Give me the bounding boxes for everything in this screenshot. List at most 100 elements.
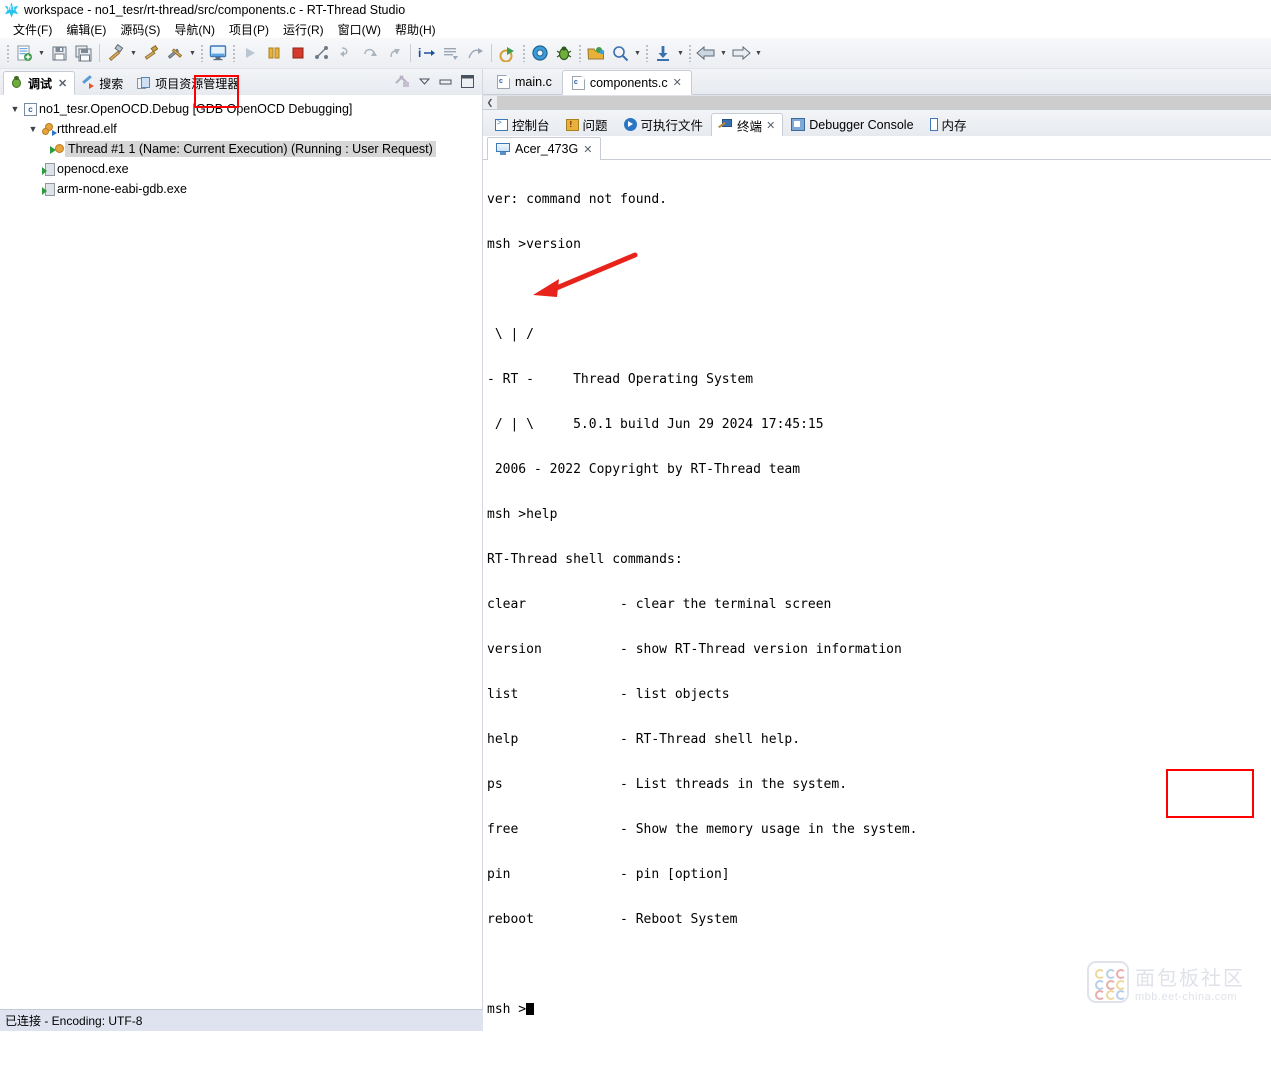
terminal-line: msh >version xyxy=(487,237,581,252)
tree-node-openocd-exe[interactable]: openocd.exe xyxy=(4,159,482,179)
back-dropdown-icon[interactable]: ▼ xyxy=(718,42,729,64)
step-over-icon[interactable] xyxy=(359,42,381,64)
menu-help[interactable]: 帮助(H) xyxy=(388,20,443,39)
process-icon xyxy=(40,182,57,196)
jump-to-line-icon[interactable] xyxy=(464,42,486,64)
menu-run[interactable]: 运行(R) xyxy=(276,20,331,39)
build-hammer-icon[interactable] xyxy=(105,42,127,64)
terminal-session-tab[interactable]: Acer_473G ✕ xyxy=(487,137,602,160)
close-icon[interactable]: ✕ xyxy=(58,77,67,90)
suspend-icon[interactable] xyxy=(263,42,285,64)
tab-debugger-console[interactable]: Debugger Console xyxy=(783,112,921,136)
maximize-icon[interactable] xyxy=(461,75,474,91)
run-icon[interactable] xyxy=(497,42,519,64)
scroll-left-icon[interactable]: ❮ xyxy=(483,95,497,110)
terminal-output[interactable]: ver: command not found. msh >version \ |… xyxy=(483,160,1271,1092)
c-file-icon: c xyxy=(571,75,585,90)
tab-terminal[interactable]: 终端 ✕ xyxy=(711,113,784,137)
build-settings-dropdown-icon[interactable]: ▼ xyxy=(187,42,198,64)
tree-node-gdb-exe[interactable]: arm-none-eabi-gdb.exe xyxy=(4,179,482,199)
editor-horizontal-scrollbar[interactable]: ❮ xyxy=(483,95,1271,110)
resume-icon[interactable] xyxy=(239,42,261,64)
tree-node-launch-config[interactable]: ▼ c no1_tesr.OpenOCD.Debug [GDB OpenOCD … xyxy=(4,99,482,119)
menu-bar: 文件(F) 编辑(E) 源码(S) 导航(N) 项目(P) 运行(R) 窗口(W… xyxy=(0,20,1271,38)
debug-view-tab-row: 调试 ✕ 搜索 项目资源管理器 xyxy=(0,69,482,95)
terminate-icon[interactable] xyxy=(287,42,309,64)
clean-icon[interactable] xyxy=(140,42,162,64)
save-all-icon[interactable] xyxy=(72,42,94,64)
process-icon xyxy=(40,162,57,176)
search-dropdown-icon[interactable]: ▼ xyxy=(632,42,643,64)
thread-running-icon xyxy=(48,143,65,156)
tab-search[interactable]: 搜索 xyxy=(75,71,131,95)
rt-thread-studio-window: RT workspace - no1_tesr/rt-thread/src/co… xyxy=(0,0,1271,1092)
build-settings-icon[interactable] xyxy=(164,42,186,64)
menu-window[interactable]: 窗口(W) xyxy=(331,20,388,39)
disconnect-icon[interactable] xyxy=(311,42,333,64)
tab-console[interactable]: 控制台 xyxy=(487,112,558,136)
terminal-session-tab-row: Acer_473G ✕ xyxy=(483,136,1271,160)
logo-text: RT xyxy=(7,5,16,12)
menu-navigate[interactable]: 导航(N) xyxy=(167,20,222,39)
executables-icon xyxy=(623,118,637,131)
debug-bug-icon[interactable] xyxy=(553,42,575,64)
main-toolbar: ▼ ▼ ▼ i ▼ ▼ ▼ ▼ xyxy=(0,38,1271,108)
download-icon[interactable] xyxy=(652,42,674,64)
menu-source[interactable]: 源码(S) xyxy=(113,20,167,39)
new-file-icon[interactable] xyxy=(13,42,35,64)
open-resource-icon[interactable] xyxy=(585,42,607,64)
back-arrow-icon[interactable] xyxy=(695,42,717,64)
build-dropdown-icon[interactable]: ▼ xyxy=(128,42,139,64)
expand-twisty-icon[interactable]: ▼ xyxy=(8,104,22,114)
tab-executables[interactable]: 可执行文件 xyxy=(616,112,712,136)
menu-file[interactable]: 文件(F) xyxy=(6,20,59,39)
close-icon[interactable]: ✕ xyxy=(766,119,775,132)
expand-twisty-icon[interactable]: ▼ xyxy=(26,124,40,134)
terminal-line: ps - List threads in the system. xyxy=(487,777,848,792)
scrollbar-track[interactable] xyxy=(497,95,1271,110)
tree-node-label: Thread #1 1 (Name: Current Execution) (R… xyxy=(65,141,436,157)
forward-arrow-icon[interactable] xyxy=(730,42,752,64)
tab-problems-label: 问题 xyxy=(582,119,608,133)
download-dropdown-icon[interactable]: ▼ xyxy=(675,42,686,64)
debug-tree: ▼ c no1_tesr.OpenOCD.Debug [GDB OpenOCD … xyxy=(0,95,482,1009)
minimize-icon[interactable] xyxy=(439,76,452,90)
toolbar-drag-handle[interactable] xyxy=(6,44,10,62)
view-menu-icon[interactable] xyxy=(418,76,431,90)
terminal-line: reboot - Reboot System xyxy=(487,912,738,927)
tree-node-rtthread-elf[interactable]: ▼ rtthread.elf xyxy=(4,119,482,139)
close-icon[interactable]: ✕ xyxy=(583,143,592,156)
tab-project-explorer-label: 项目资源管理器 xyxy=(155,77,240,91)
problems-warning-icon: ! xyxy=(565,118,579,131)
process-gears-icon xyxy=(40,122,57,136)
menu-project[interactable]: 项目(P) xyxy=(222,20,276,39)
tab-memory[interactable]: 内存 xyxy=(922,112,975,136)
toolbar-group-sep-4 xyxy=(578,44,582,62)
tree-node-thread-1[interactable]: Thread #1 1 (Name: Current Execution) (R… xyxy=(4,139,482,159)
tab-main-c[interactable]: c main.c xyxy=(487,69,562,94)
editor-tab-row: c main.c c components.c ✕ xyxy=(483,69,1271,95)
memory-icon xyxy=(929,118,938,131)
tab-problems[interactable]: ! 问题 xyxy=(558,112,616,136)
terminal-line: RT-Thread shell commands: xyxy=(487,552,683,567)
settings-gear-icon[interactable] xyxy=(529,42,551,64)
show-disassembly-icon[interactable] xyxy=(440,42,462,64)
debug-view-pane: 调试 ✕ 搜索 项目资源管理器 ▼ c no1_tesr.OpenOCD.Deb… xyxy=(0,69,483,1009)
search-icon[interactable] xyxy=(609,42,631,64)
view-menu-tools-icon[interactable] xyxy=(395,74,410,92)
new-file-dropdown-icon[interactable]: ▼ xyxy=(36,42,47,64)
tab-components-c[interactable]: c components.c ✕ xyxy=(561,70,692,95)
close-icon[interactable]: ✕ xyxy=(673,76,682,89)
menu-edit[interactable]: 编辑(E) xyxy=(59,20,113,39)
instruction-stepping-icon[interactable]: i xyxy=(416,42,438,64)
tab-project-explorer[interactable]: 项目资源管理器 xyxy=(131,71,247,95)
toolbar-group-sep-3 xyxy=(522,44,526,62)
step-return-icon[interactable] xyxy=(383,42,405,64)
step-into-icon[interactable] xyxy=(335,42,357,64)
open-terminal-icon[interactable] xyxy=(207,42,229,64)
tab-memory-label: 内存 xyxy=(941,119,967,133)
forward-dropdown-icon[interactable]: ▼ xyxy=(753,42,764,64)
terminal-prompt: msh > xyxy=(487,1002,527,1017)
save-icon[interactable] xyxy=(48,42,70,64)
tab-debug[interactable]: 调试 ✕ xyxy=(3,71,76,95)
